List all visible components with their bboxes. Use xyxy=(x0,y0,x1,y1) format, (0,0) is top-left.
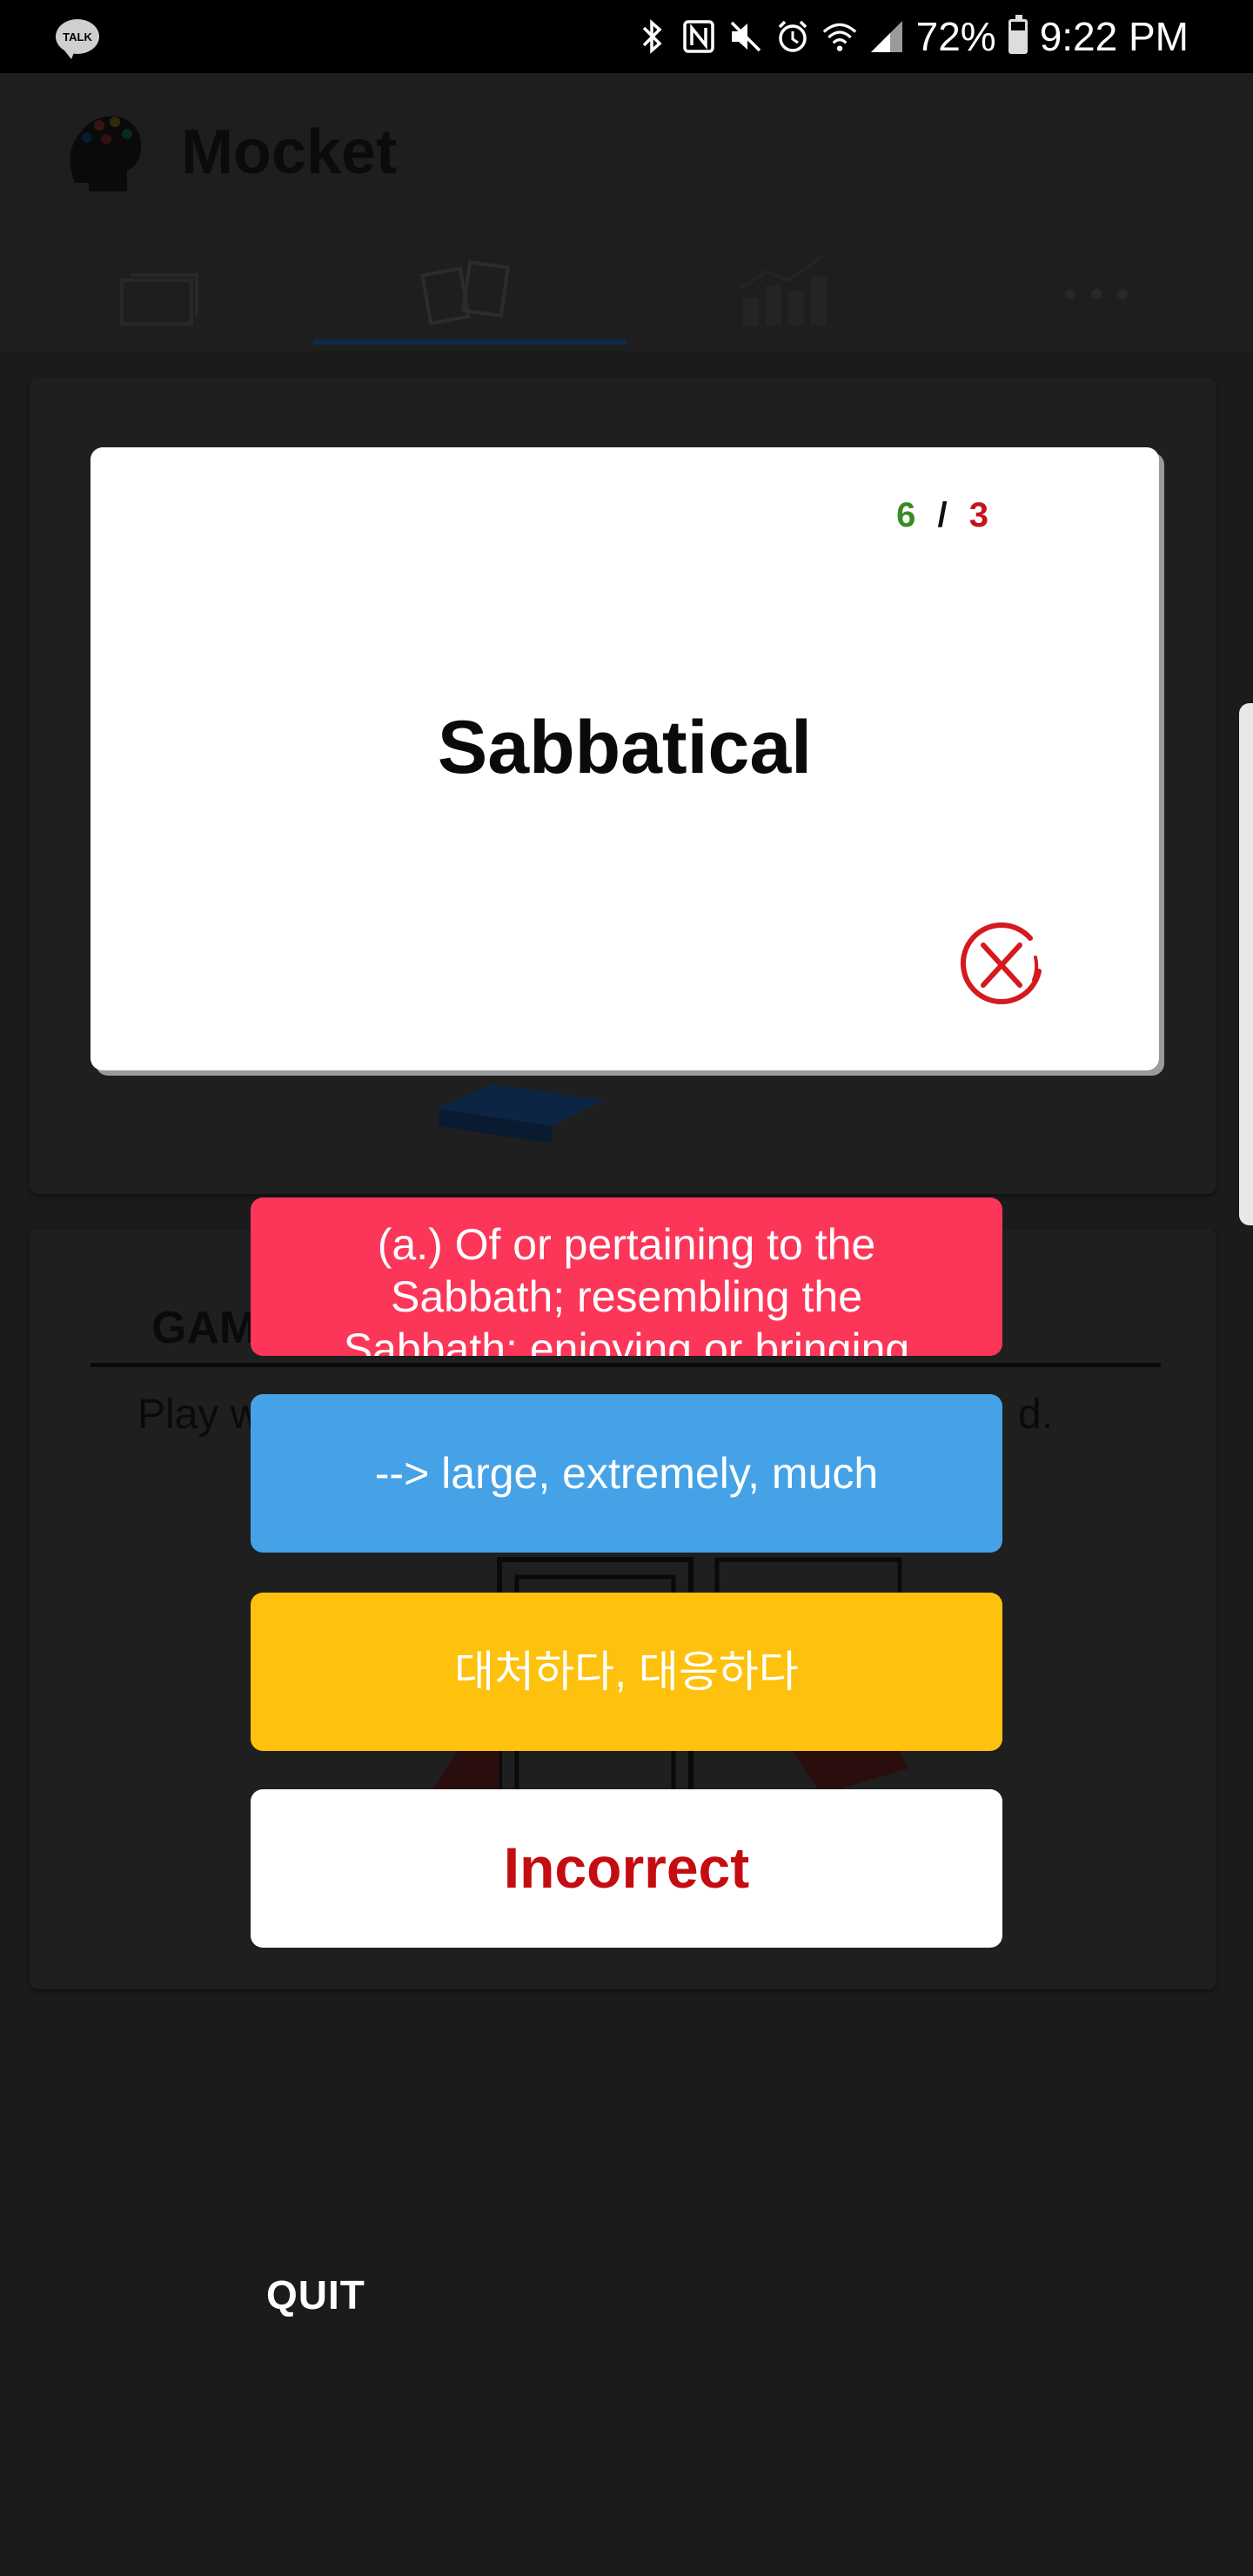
mute-icon xyxy=(728,19,763,54)
score: 6 / 3 xyxy=(896,496,988,535)
quit-button[interactable]: QUIT xyxy=(266,2271,365,2318)
answer-option-1[interactable]: (a.) Of or pertaining to the Sabbath; re… xyxy=(251,1197,1002,1356)
score-separator: / xyxy=(937,496,948,534)
tab-indicator xyxy=(313,339,626,345)
wifi-icon xyxy=(822,19,857,54)
result-panel: Incorrect xyxy=(251,1789,1002,1948)
app-title: Mocket xyxy=(181,117,398,187)
kakaotalk-notification-icon: TALK xyxy=(56,19,99,59)
wrong-count: 3 xyxy=(968,496,988,534)
bluetooth-icon xyxy=(634,19,669,54)
games-divider xyxy=(90,1363,1161,1367)
tab-cards-icon[interactable] xyxy=(113,245,218,332)
nfc-icon xyxy=(681,19,716,54)
app-bar: Mocket xyxy=(0,73,1253,230)
tab-more-icon[interactable] xyxy=(1044,245,1149,332)
talk-icon-label: TALK xyxy=(63,30,92,44)
games-subtitle-end: d. xyxy=(1018,1392,1054,1438)
word-card: 6 / 3 Sabbatical xyxy=(90,447,1159,1070)
result-label: Incorrect xyxy=(503,1835,750,1901)
status-bar: TALK 72% 9:22 PM xyxy=(0,0,1253,73)
scroll-indicator[interactable] xyxy=(1239,703,1253,1225)
answer-option-1-label: (a.) Of or pertaining to the Sabbath; re… xyxy=(343,1220,910,1356)
battery-icon xyxy=(1008,15,1028,54)
quiz-word: Sabbatical xyxy=(437,706,813,789)
answer-option-2[interactable]: --> large, extremely, much xyxy=(251,1394,1002,1553)
games-subtitle-start: Play w xyxy=(137,1392,261,1438)
tab-bar xyxy=(0,230,1253,352)
screen: TALK 72% 9:22 PM Mocket GAM Play w d. 6 … xyxy=(0,0,1253,2576)
answer-option-2-label: --> large, extremely, much xyxy=(374,1449,879,1498)
status-icons: 72% 9:22 PM xyxy=(634,0,1189,73)
correct-count: 6 xyxy=(896,496,916,534)
signal-icon xyxy=(869,19,904,54)
tab-quiz-icon[interactable] xyxy=(418,245,522,332)
answer-option-3-label: 대처하다, 대응하다 xyxy=(454,1647,799,1696)
games-heading: GAM xyxy=(151,1303,258,1353)
answer-option-3[interactable]: 대처하다, 대응하다 xyxy=(251,1593,1002,1751)
wrong-answer-icon xyxy=(960,922,1042,1005)
tab-stats-icon[interactable] xyxy=(731,245,835,332)
clock: 9:22 PM xyxy=(1039,14,1189,59)
alarm-icon xyxy=(775,19,810,54)
battery-percent: 72% xyxy=(915,14,996,59)
mocket-logo-icon xyxy=(70,116,142,191)
